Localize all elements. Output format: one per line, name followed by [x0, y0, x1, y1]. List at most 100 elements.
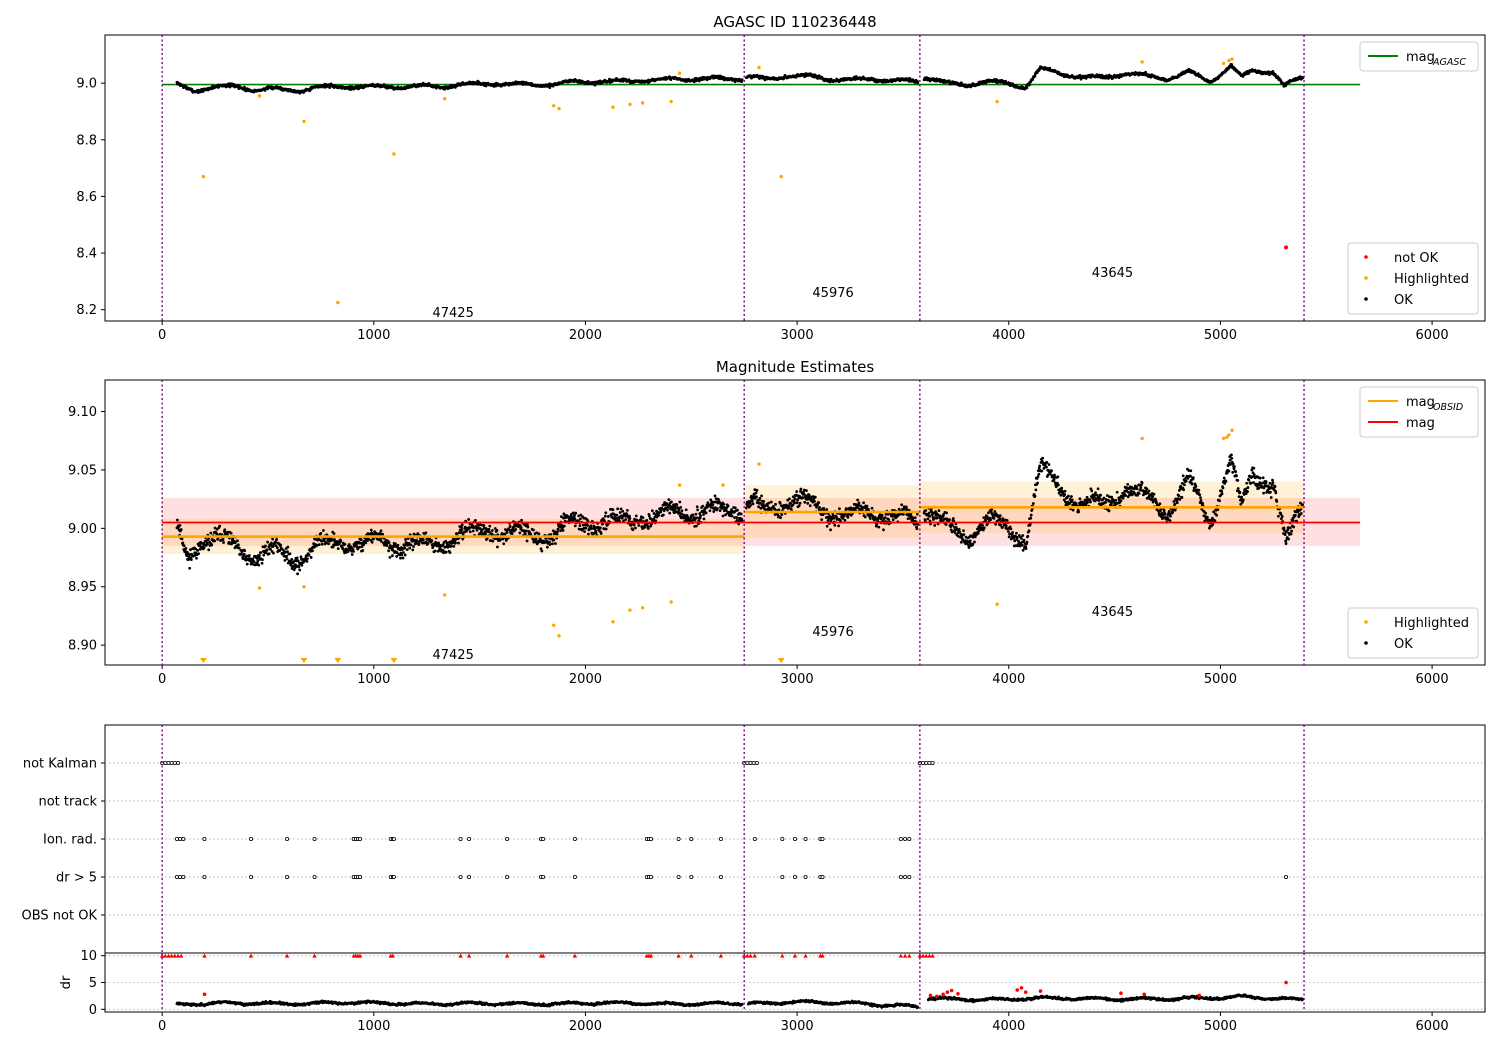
ok-point: [359, 538, 363, 542]
ok-point: [1036, 475, 1040, 479]
ok-point: [1089, 500, 1092, 504]
ok-point: [1037, 472, 1041, 476]
ok-point: [701, 504, 705, 508]
ok-point: [1204, 511, 1208, 515]
ok-point: [556, 527, 560, 531]
ok-point: [475, 528, 479, 532]
ok-point: [767, 501, 771, 505]
ok-point: [801, 496, 805, 499]
ok-point: [259, 551, 263, 555]
ok-point: [744, 506, 748, 510]
ok-point: [1038, 464, 1042, 468]
ok-point: [473, 518, 477, 522]
highlighted-point: [392, 152, 396, 156]
ok-point: [825, 524, 829, 528]
ok-point: [1240, 495, 1243, 499]
ok-point: [545, 545, 549, 549]
ok-point: [444, 550, 448, 554]
ok-point: [1194, 485, 1198, 488]
ok-point: [774, 502, 777, 506]
ok-point: [574, 511, 578, 515]
ok-point: [1190, 482, 1194, 486]
ok-point: [180, 537, 184, 541]
ok-point: [1199, 498, 1203, 502]
ok-point: [668, 511, 672, 515]
ok-point: [1050, 469, 1053, 473]
ok-point: [699, 514, 703, 518]
y-tick-label: 9.0: [76, 77, 97, 92]
ok-point: [454, 541, 457, 545]
ok-point: [1077, 510, 1081, 514]
ok-point: [457, 541, 460, 545]
ok-point: [1147, 489, 1151, 493]
ok-point: [379, 529, 383, 533]
ok-point: [766, 504, 769, 508]
ok-point: [982, 526, 986, 530]
ok-point: [551, 542, 554, 546]
ok-point: [620, 516, 624, 520]
y-tick-label: 8.4: [76, 247, 97, 262]
ok-point: [1232, 465, 1236, 468]
ok-point: [299, 555, 303, 559]
ok-point: [657, 514, 661, 517]
ok-point: [959, 540, 963, 544]
ok-point: [1163, 512, 1167, 516]
ok-point: [837, 524, 841, 528]
ok-point: [243, 549, 247, 553]
highlighted-point: [779, 174, 783, 179]
ok-point: [805, 489, 808, 493]
ok-point: [695, 516, 699, 520]
ok-point: [716, 507, 719, 510]
ok-point: [495, 529, 499, 532]
ok-point: [274, 540, 277, 544]
ok-point: [258, 554, 261, 557]
ok-point: [467, 517, 471, 521]
legend-label: mag: [1406, 50, 1435, 65]
ok-point: [571, 511, 575, 515]
ok-point: [526, 525, 530, 529]
ok-point: [1031, 502, 1035, 505]
ok-point: [604, 527, 608, 531]
ok-point: [267, 552, 271, 556]
highlighted-point: [1140, 60, 1144, 64]
ok-point: [945, 511, 948, 515]
ok-point: [559, 529, 562, 533]
ok-point: [1011, 531, 1014, 534]
ok-point: [265, 548, 269, 552]
highlighted-point: [443, 97, 447, 101]
highlighted-point: [669, 99, 673, 104]
ok-point: [1199, 496, 1202, 500]
ok-point: [371, 537, 375, 541]
ok-point: [691, 513, 695, 517]
ok-point: [971, 542, 975, 546]
ok-point: [487, 527, 491, 531]
ok-point: [1145, 487, 1149, 491]
ok-point: [604, 511, 608, 515]
obsid-label: 43645: [1092, 266, 1133, 281]
highlighted-point: [552, 104, 556, 108]
ok-point: [788, 497, 791, 501]
highlighted-point: [201, 174, 206, 179]
ok-point: [1184, 479, 1188, 483]
ok-point: [393, 542, 397, 546]
ok-point: [998, 514, 1002, 518]
ok-point: [968, 539, 972, 543]
ok-point: [1231, 470, 1235, 474]
ok-point: [594, 531, 598, 535]
ok-point: [870, 506, 874, 510]
ok-point: [702, 517, 706, 521]
ok-point: [831, 513, 835, 517]
ok-point: [973, 540, 976, 544]
ok-point: [933, 523, 937, 527]
ok-point: [989, 518, 992, 522]
ok-point: [1151, 495, 1155, 499]
ok-point: [388, 556, 392, 559]
ok-point: [175, 518, 179, 522]
ok-point: [332, 532, 336, 535]
ok-point: [762, 500, 766, 503]
ok-point: [484, 532, 487, 536]
ok-point: [634, 514, 638, 518]
ok-point: [924, 509, 928, 512]
y-tick-label: 9.05: [68, 463, 97, 478]
ok-point: [803, 500, 807, 504]
